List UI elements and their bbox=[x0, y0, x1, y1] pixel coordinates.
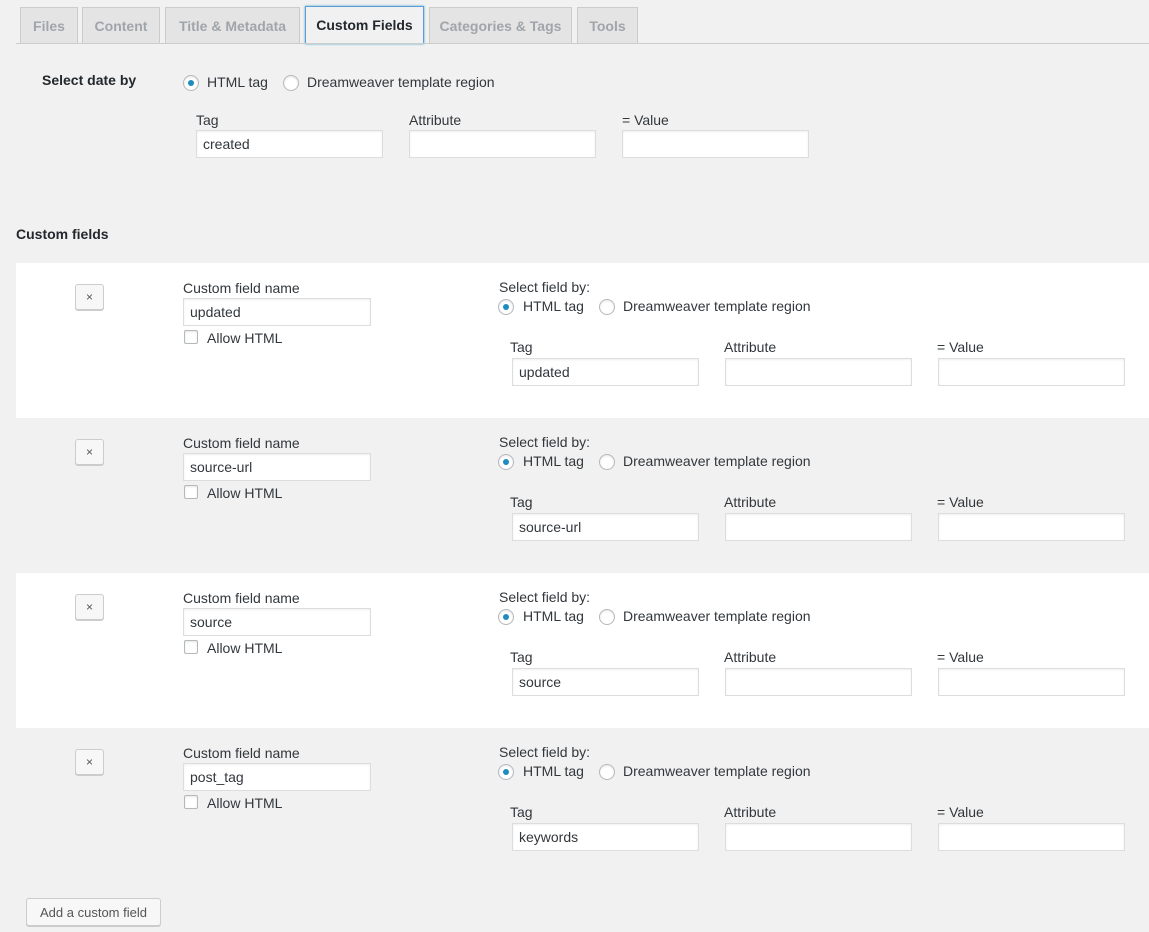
field-name-label: Custom field name bbox=[183, 280, 300, 296]
field-html-tag-radio[interactable] bbox=[498, 454, 514, 470]
date-attribute-input[interactable] bbox=[409, 130, 596, 158]
field-dw-region-radio[interactable] bbox=[599, 609, 615, 625]
select-field-by-label: Select field by: bbox=[499, 434, 591, 450]
date-tag-label: Tag bbox=[196, 112, 219, 128]
select-field-by-label: Select field by: bbox=[499, 744, 591, 760]
field-tag-label: Tag bbox=[510, 494, 533, 510]
select-date-label: Select date by bbox=[42, 72, 137, 88]
tab-custom-fields[interactable]: Custom Fields bbox=[305, 6, 424, 44]
field-name-label: Custom field name bbox=[183, 435, 300, 451]
field-value-label: = Value bbox=[937, 494, 984, 510]
field-attribute-input[interactable] bbox=[725, 358, 912, 386]
field-attribute-label: Attribute bbox=[724, 494, 777, 510]
field-attribute-input[interactable] bbox=[725, 668, 912, 696]
select-field-by-label: Select field by: bbox=[499, 589, 591, 605]
remove-field-button[interactable]: × bbox=[75, 594, 104, 620]
allow-html-checkbox[interactable] bbox=[184, 795, 198, 809]
field-attribute-input[interactable] bbox=[725, 823, 912, 851]
field-value-input[interactable] bbox=[938, 668, 1125, 696]
allow-html-label: Allow HTML bbox=[207, 795, 283, 811]
date-dw-region-radio[interactable] bbox=[283, 75, 299, 91]
field-tag-input[interactable] bbox=[512, 823, 699, 851]
date-value-label: = Value bbox=[622, 112, 669, 128]
remove-field-button[interactable]: × bbox=[75, 749, 104, 775]
field-name-input[interactable] bbox=[183, 608, 371, 636]
tab-files[interactable]: Files bbox=[20, 7, 78, 43]
tab-title-metadata[interactable]: Title & Metadata bbox=[165, 7, 300, 43]
field-attribute-input[interactable] bbox=[725, 513, 912, 541]
date-attribute-label: Attribute bbox=[409, 112, 462, 128]
date-tag-input[interactable] bbox=[196, 130, 383, 158]
custom-field-row: × Custom field name Allow HTML Select fi… bbox=[16, 573, 1149, 728]
date-value-input[interactable] bbox=[622, 130, 809, 158]
field-dw-region-label: Dreamweaver template region bbox=[623, 298, 811, 314]
field-value-input[interactable] bbox=[938, 513, 1125, 541]
custom-field-row: × Custom field name Allow HTML Select fi… bbox=[16, 263, 1149, 418]
field-value-input[interactable] bbox=[938, 358, 1125, 386]
field-name-input[interactable] bbox=[183, 453, 371, 481]
field-dw-region-label: Dreamweaver template region bbox=[623, 608, 811, 624]
field-value-label: = Value bbox=[937, 804, 984, 820]
custom-field-row: × Custom field name Allow HTML Select fi… bbox=[16, 728, 1149, 883]
field-value-label: = Value bbox=[937, 339, 984, 355]
date-html-tag-label: HTML tag bbox=[207, 74, 268, 90]
date-html-tag-radio[interactable] bbox=[183, 75, 199, 91]
field-attribute-label: Attribute bbox=[724, 649, 777, 665]
field-html-tag-radio[interactable] bbox=[498, 299, 514, 315]
field-html-tag-label: HTML tag bbox=[523, 763, 584, 779]
custom-field-row: × Custom field name Allow HTML Select fi… bbox=[16, 418, 1149, 573]
field-dw-region-radio[interactable] bbox=[599, 764, 615, 780]
allow-html-label: Allow HTML bbox=[207, 485, 283, 501]
field-tag-label: Tag bbox=[510, 339, 533, 355]
field-html-tag-radio[interactable] bbox=[498, 609, 514, 625]
field-tag-input[interactable] bbox=[512, 513, 699, 541]
field-name-input[interactable] bbox=[183, 298, 371, 326]
remove-field-button[interactable]: × bbox=[75, 439, 104, 465]
field-dw-region-radio[interactable] bbox=[599, 454, 615, 470]
field-dw-region-label: Dreamweaver template region bbox=[623, 763, 811, 779]
field-dw-region-label: Dreamweaver template region bbox=[623, 453, 811, 469]
tab-categories-tags[interactable]: Categories & Tags bbox=[429, 7, 572, 43]
field-tag-label: Tag bbox=[510, 649, 533, 665]
allow-html-checkbox[interactable] bbox=[184, 640, 198, 654]
select-field-by-label: Select field by: bbox=[499, 279, 591, 295]
tab-bar: Files Content Title & Metadata Custom Fi… bbox=[0, 0, 1149, 44]
tab-tools[interactable]: Tools bbox=[577, 7, 638, 43]
field-html-tag-radio[interactable] bbox=[498, 764, 514, 780]
field-value-input[interactable] bbox=[938, 823, 1125, 851]
allow-html-label: Allow HTML bbox=[207, 330, 283, 346]
field-name-label: Custom field name bbox=[183, 590, 300, 606]
remove-field-button[interactable]: × bbox=[75, 284, 104, 310]
custom-fields-heading: Custom fields bbox=[16, 226, 109, 242]
field-attribute-label: Attribute bbox=[724, 804, 777, 820]
field-tag-input[interactable] bbox=[512, 358, 699, 386]
field-name-label: Custom field name bbox=[183, 745, 300, 761]
allow-html-checkbox[interactable] bbox=[184, 485, 198, 499]
field-html-tag-label: HTML tag bbox=[523, 453, 584, 469]
tab-content[interactable]: Content bbox=[82, 7, 160, 43]
allow-html-checkbox[interactable] bbox=[184, 330, 198, 344]
field-name-input[interactable] bbox=[183, 763, 371, 791]
field-tag-label: Tag bbox=[510, 804, 533, 820]
allow-html-label: Allow HTML bbox=[207, 640, 283, 656]
tab-divider bbox=[16, 43, 1149, 44]
field-attribute-label: Attribute bbox=[724, 339, 777, 355]
date-dw-region-label: Dreamweaver template region bbox=[307, 74, 495, 90]
field-dw-region-radio[interactable] bbox=[599, 299, 615, 315]
field-tag-input[interactable] bbox=[512, 668, 699, 696]
add-custom-field-button[interactable]: Add a custom field bbox=[26, 898, 161, 926]
field-html-tag-label: HTML tag bbox=[523, 298, 584, 314]
field-value-label: = Value bbox=[937, 649, 984, 665]
field-html-tag-label: HTML tag bbox=[523, 608, 584, 624]
